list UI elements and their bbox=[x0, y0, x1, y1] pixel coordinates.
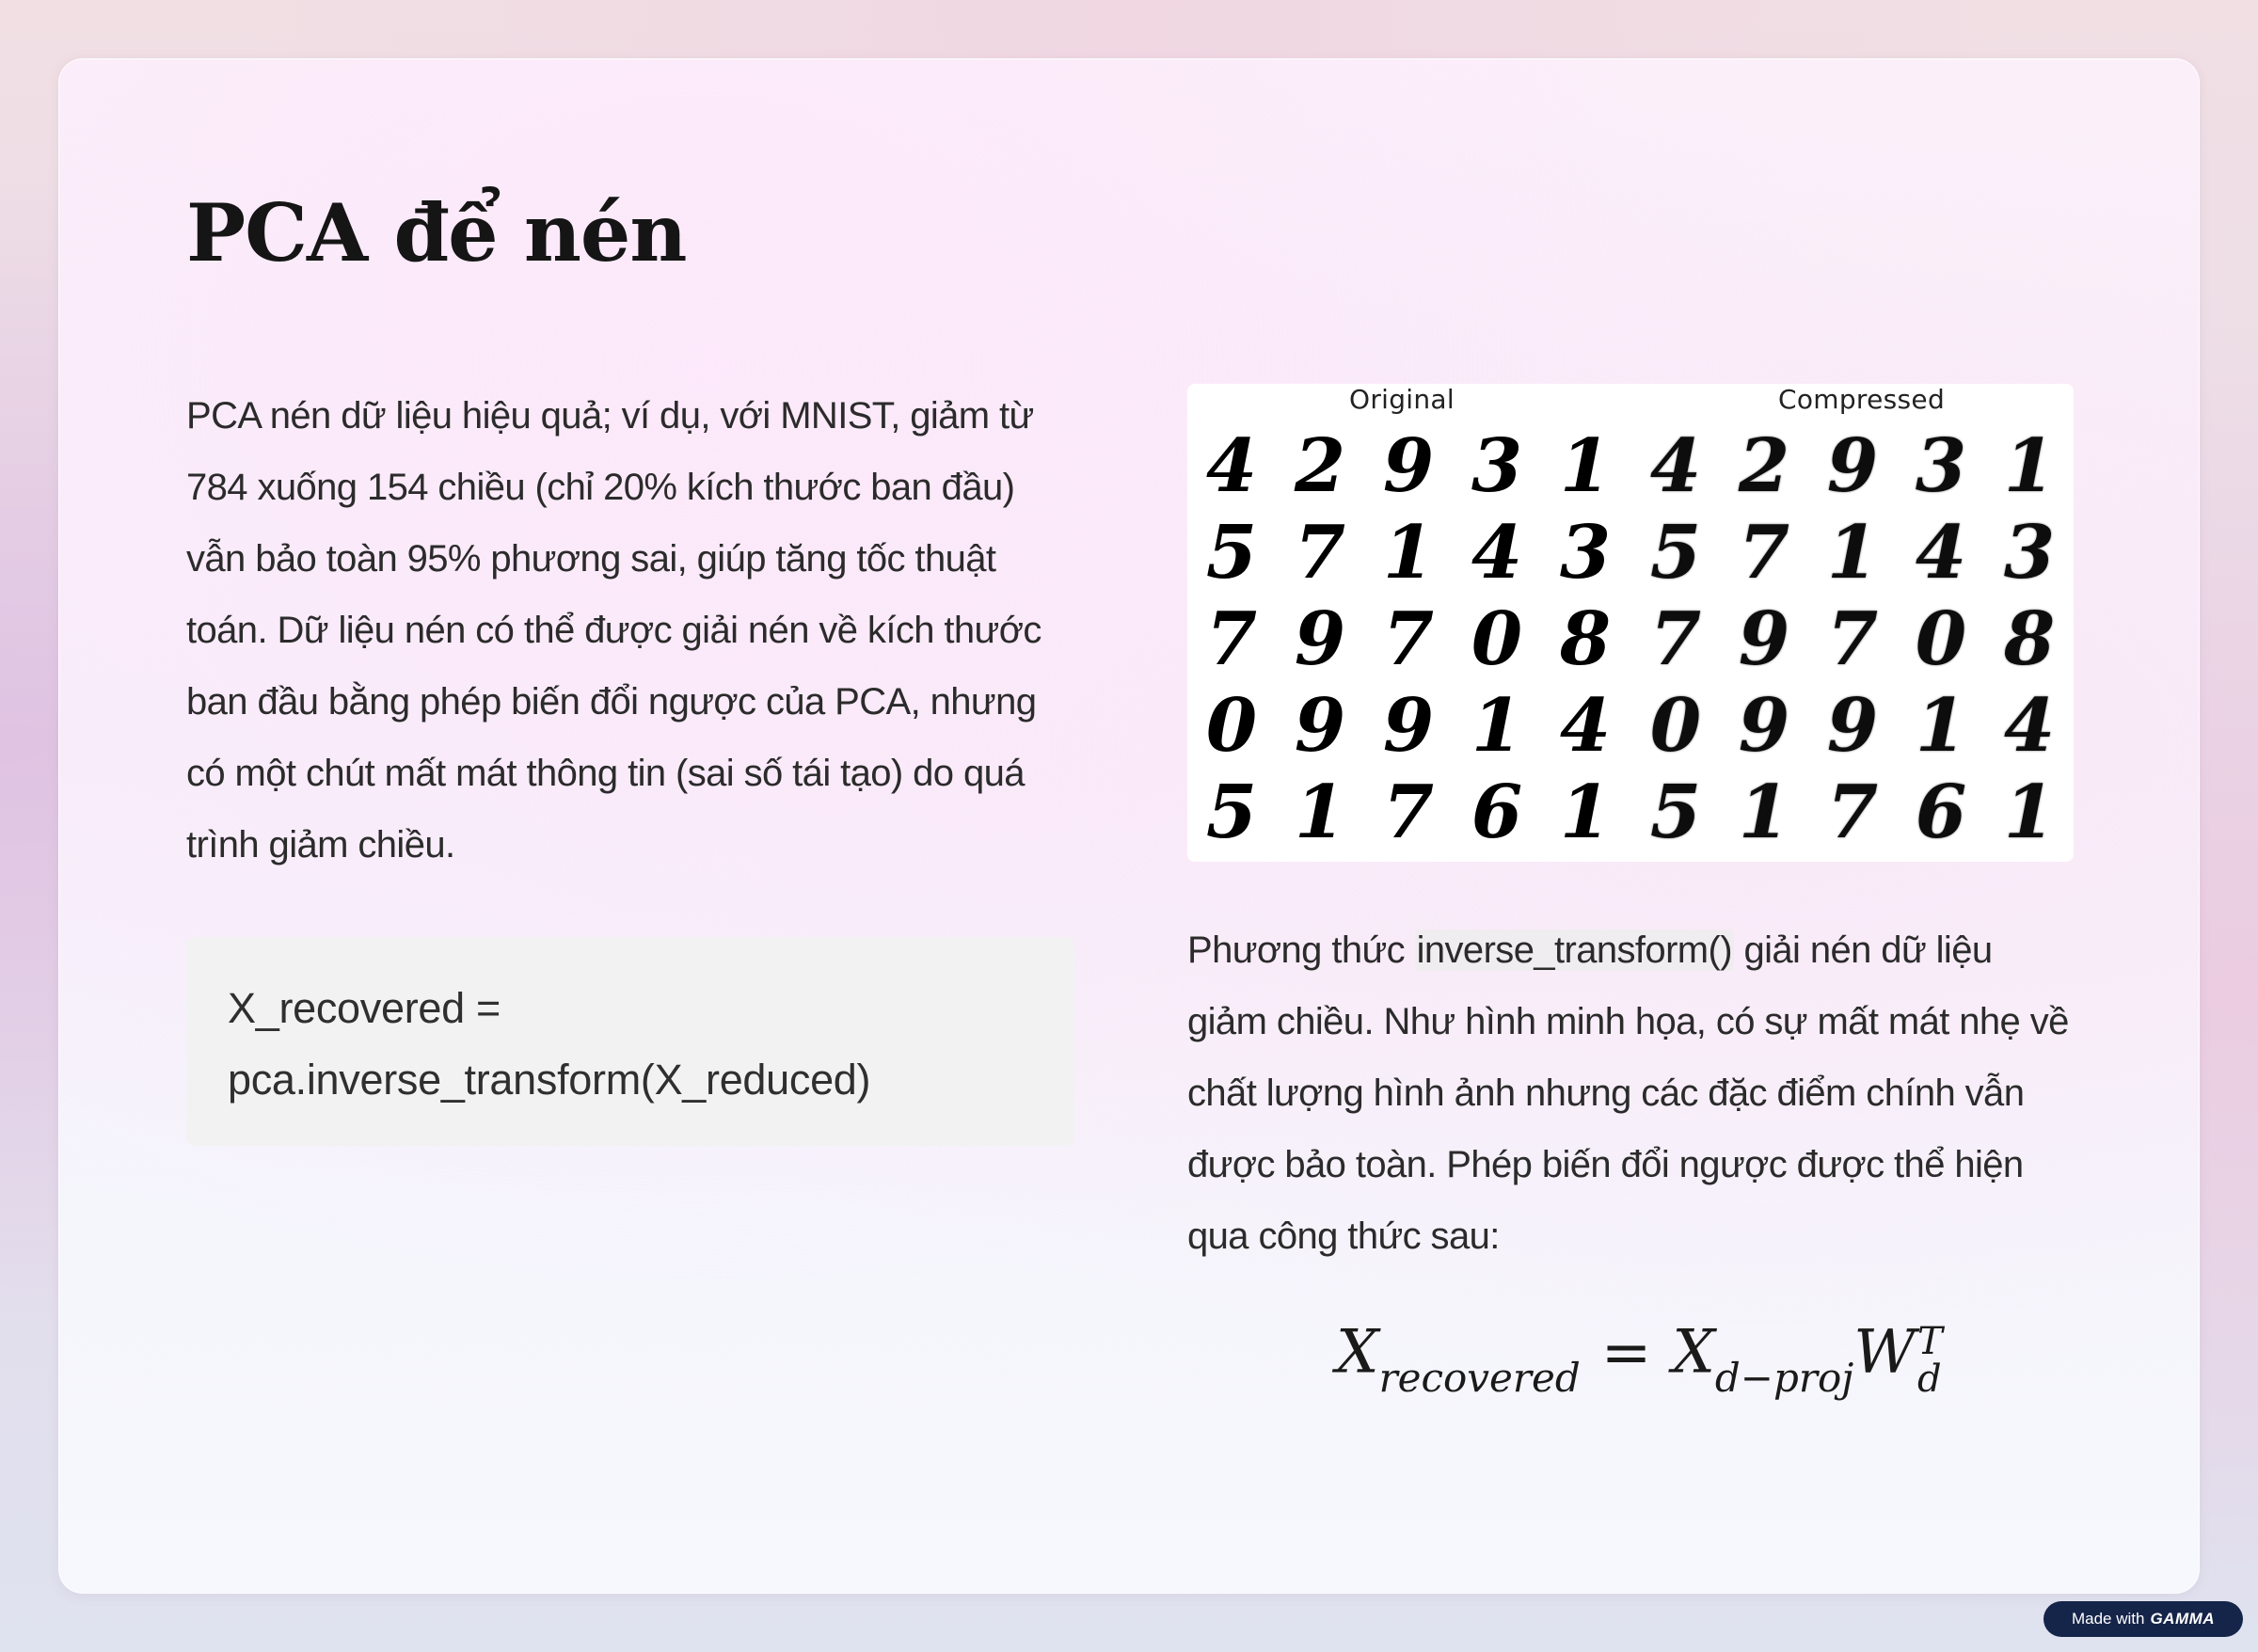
original-digit: 8 bbox=[1559, 596, 1612, 682]
original-digit: 6 bbox=[1471, 770, 1523, 855]
formula-rhs-w: W bbox=[1853, 1317, 1916, 1388]
original-digit-grid: 4293157143797080991451761 bbox=[1187, 423, 1630, 856]
compressed-digit: 5 bbox=[1649, 510, 1702, 596]
original-digit: 5 bbox=[1205, 770, 1258, 855]
original-digit: 9 bbox=[1382, 423, 1435, 509]
original-digit: 9 bbox=[1382, 683, 1435, 769]
compressed-digit: 4 bbox=[1649, 423, 1702, 509]
original-digit: 4 bbox=[1471, 510, 1523, 596]
formula-rhs-w-subscript: d bbox=[1917, 1358, 1942, 1401]
compressed-digit: 2 bbox=[1738, 423, 1790, 509]
compressed-digit: 7 bbox=[1738, 510, 1790, 596]
formula-rhs-w-scripts: Td bbox=[1917, 1323, 1943, 1398]
compressed-digit: 7 bbox=[1826, 596, 1879, 682]
gamma-logo: GAMMA bbox=[2150, 1610, 2216, 1628]
formula-rhs-x: X bbox=[1672, 1317, 1715, 1388]
compressed-digit: 1 bbox=[1915, 683, 1967, 769]
original-digit: 5 bbox=[1205, 510, 1258, 596]
original-digit: 7 bbox=[1382, 596, 1435, 682]
original-digit: 9 bbox=[1294, 683, 1346, 769]
compressed-digit: 9 bbox=[1738, 596, 1790, 682]
compressed-digit: 4 bbox=[2003, 683, 2056, 769]
original-digit: 0 bbox=[1471, 596, 1523, 682]
original-label: Original bbox=[1349, 384, 1455, 415]
badge-prefix: Made with bbox=[2071, 1610, 2145, 1628]
original-digit: 7 bbox=[1382, 770, 1435, 855]
formula-equals: = bbox=[1600, 1317, 1652, 1388]
original-digit: 1 bbox=[1559, 770, 1612, 855]
intro-paragraph: PCA nén dữ liệu hiệu quả; ví dụ, với MNI… bbox=[186, 395, 1042, 866]
compressed-digit: 8 bbox=[2003, 596, 2056, 682]
compressed-label: Compressed bbox=[1778, 384, 1946, 415]
explanation-text-before: Phương thức bbox=[1187, 929, 1415, 971]
compressed-digit: 1 bbox=[2003, 423, 2056, 509]
compressed-digit: 5 bbox=[1649, 770, 1702, 855]
original-digit: 3 bbox=[1471, 423, 1523, 509]
original-digit: 1 bbox=[1382, 510, 1435, 596]
code-line-1: X_recovered = bbox=[228, 984, 501, 1032]
original-digit: 2 bbox=[1294, 423, 1346, 509]
original-digit: 3 bbox=[1559, 510, 1612, 596]
original-digit: 0 bbox=[1205, 683, 1258, 769]
original-digit: 1 bbox=[1471, 683, 1523, 769]
compressed-digit: 1 bbox=[2003, 770, 2056, 855]
original-digit: 7 bbox=[1205, 596, 1258, 682]
mnist-comparison-figure: Original Compressed 42931571437970809914… bbox=[1187, 384, 2074, 862]
compressed-digit: 0 bbox=[1915, 596, 1967, 682]
compressed-digit: 1 bbox=[1826, 510, 1879, 596]
compressed-digit: 7 bbox=[1826, 770, 1879, 855]
compressed-digit: 0 bbox=[1649, 683, 1702, 769]
slide-title: PCA để nén bbox=[186, 186, 687, 279]
compressed-digit: 9 bbox=[1826, 683, 1879, 769]
compressed-digit: 7 bbox=[1649, 596, 1702, 682]
original-digit: 9 bbox=[1294, 596, 1346, 682]
formula-lhs: X bbox=[1336, 1317, 1379, 1388]
original-digit: 4 bbox=[1559, 683, 1612, 769]
compressed-digit: 9 bbox=[1826, 423, 1879, 509]
original-digit: 1 bbox=[1294, 770, 1346, 855]
made-with-gamma-badge[interactable]: Made with GAMMA bbox=[2043, 1601, 2243, 1637]
formula-rhs-w-superscript: T bbox=[1917, 1320, 1943, 1363]
original-digit: 1 bbox=[1559, 423, 1612, 509]
original-digit: 4 bbox=[1205, 423, 1258, 509]
explanation-paragraph: Phương thức inverse_transform() giải nén… bbox=[1187, 914, 2072, 1272]
formula-lhs-subscript: recovered bbox=[1378, 1354, 1581, 1401]
inline-code-inverse-transform: inverse_transform() bbox=[1414, 929, 1734, 971]
formula-rhs-x-subscript: d−proj bbox=[1714, 1354, 1854, 1401]
explanation-text-after: giải nén dữ liệu giảm chiều. Như hình mi… bbox=[1187, 929, 2069, 1257]
code-line-2: pca.inverse_transform(X_reduced) bbox=[228, 1056, 871, 1104]
compressed-digit: 4 bbox=[1915, 510, 1967, 596]
inverse-transform-formula: Xrecovered = Xd−projW Td bbox=[1336, 1317, 1943, 1399]
compressed-digit-grid: 4293157143797080991451761 bbox=[1631, 423, 2074, 856]
compressed-digit: 9 bbox=[1738, 683, 1790, 769]
compressed-digit: 1 bbox=[1738, 770, 1790, 855]
compressed-digit: 3 bbox=[1915, 423, 1967, 509]
code-block: X_recovered = pca.inverse_transform(X_re… bbox=[186, 937, 1074, 1146]
compressed-digit: 6 bbox=[1915, 770, 1967, 855]
original-digit: 7 bbox=[1294, 510, 1346, 596]
compressed-digit: 3 bbox=[2003, 510, 2056, 596]
